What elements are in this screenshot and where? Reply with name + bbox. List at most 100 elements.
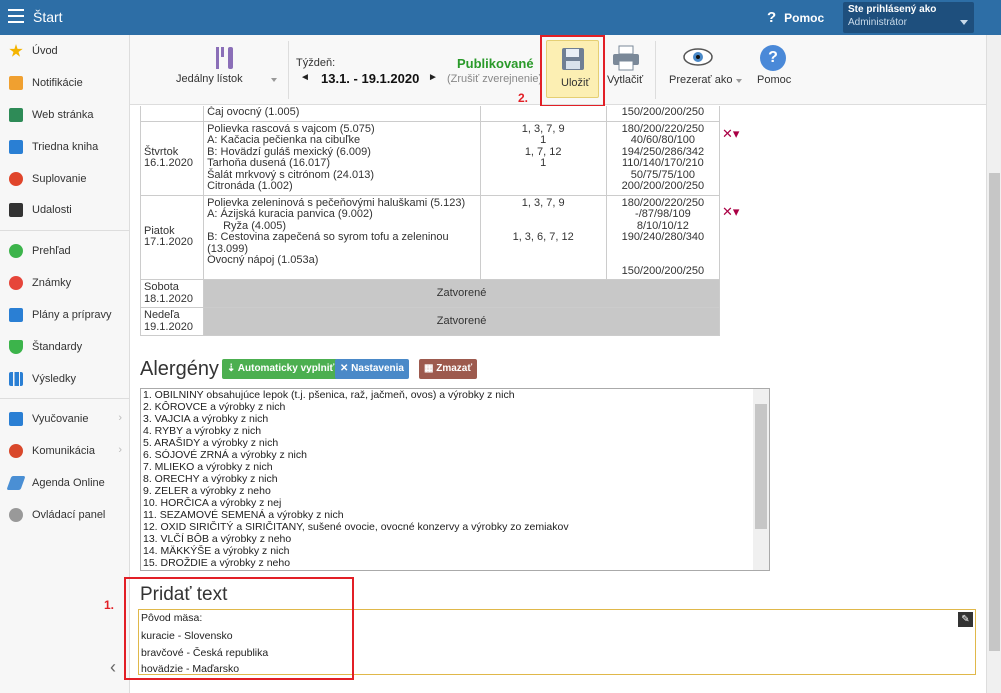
published-status: Publikované — [457, 56, 534, 71]
sidebar-divider — [0, 230, 130, 231]
view-as-button[interactable]: Prezerať ako — [668, 43, 743, 98]
shield-icon — [9, 340, 23, 354]
sidebar-item-standardy[interactable]: Štandardy — [0, 335, 130, 361]
help-label: Pomoc — [784, 11, 825, 25]
sidebar-item-label: Web stránka — [32, 109, 94, 121]
sidebar-item-notifikacie[interactable]: Notifikácie — [0, 71, 130, 97]
allergen-line: 6. SÓJOVÉ ZRNÁ a výrobky z nich — [143, 449, 307, 461]
bar-chart-icon — [9, 372, 23, 386]
day-cell: Piatok 17.1.2020 — [139, 194, 205, 280]
chevron-right-icon: › — [118, 444, 122, 456]
sidebar-item-vysledky[interactable]: Výsledky — [0, 367, 130, 393]
sidebar-item-label: Agenda Online — [32, 477, 105, 489]
week-range: 13.1. - 19.1.2020 — [321, 71, 420, 86]
annotation-number: 2. — [518, 91, 529, 105]
day-cell — [139, 106, 205, 122]
prev-week-button[interactable]: ◄ — [300, 72, 310, 83]
sidebar-item-web-stranka[interactable]: Web stránka — [0, 103, 130, 129]
meal-item: A: Ázijská kuracia panvica (9.002) — [207, 208, 373, 220]
portions-cell[interactable]: 180/200/220/250 40/60/80/100 194/250/286… — [605, 120, 721, 196]
app-title[interactable]: Štart — [33, 9, 63, 25]
sidebar-item-uvod[interactable]: Úvod — [0, 39, 130, 65]
portion-value: 190/240/280/340 — [621, 231, 705, 243]
help-button[interactable]: ? Pomoc — [754, 43, 794, 98]
day-cell: Štvrtok 16.1.2020 — [139, 120, 205, 196]
meal-item: Tarhoňa dusená (16.017) — [207, 157, 331, 169]
wrench-icon: ✕ — [340, 363, 352, 374]
meal-item: Citronáda (1.002) — [207, 180, 293, 192]
settings-button[interactable]: ✕ Nastavenia — [335, 359, 409, 379]
meals-cell[interactable]: Čaj ovocný (1.005) — [203, 106, 481, 122]
textarea-scrollbar[interactable] — [753, 389, 769, 570]
meals-cell[interactable]: Polievka rascová s vajcom (5.075) A: Kač… — [203, 120, 481, 196]
annotation-box-add-text — [124, 577, 354, 680]
briefcase-icon — [9, 308, 23, 322]
row-tools-icon[interactable]: ✕▾ — [722, 204, 739, 220]
allergens-cell[interactable]: 1, 3, 7, 9 1, 3, 6, 7, 12 — [479, 194, 607, 280]
sidebar-item-znamky[interactable]: Známky — [0, 271, 130, 297]
collapse-sidebar-icon[interactable]: ‹ — [110, 657, 116, 678]
next-week-button[interactable]: ► — [428, 72, 438, 83]
day-cell: Nedeľa 19.1.2020 — [139, 307, 205, 336]
table-row: Nedeľa 19.1.2020 Zatvorené — [139, 307, 720, 336]
view-as-label: Prezerať ako — [669, 74, 733, 86]
hamburger-menu-icon[interactable] — [8, 9, 24, 23]
row-tools-icon[interactable]: ✕▾ — [722, 126, 739, 142]
eye-icon — [683, 48, 713, 66]
autofill-button[interactable]: ⇣ Automaticky vyplniť — [222, 359, 340, 379]
user-dropdown[interactable]: Ste prihlásený ako Administrátor — [843, 2, 974, 33]
sidebar-item-udalosti[interactable]: Udalosti — [0, 198, 130, 224]
allergen-value: 1 — [540, 134, 547, 146]
allergens-cell[interactable]: 1, 3, 7, 9 1 1, 7, 12 1 — [479, 120, 607, 196]
cutlery-icon — [216, 47, 233, 69]
meals-cell[interactable]: Polievka zeleninová s pečeňovými haluška… — [203, 194, 481, 280]
edit-pencil-icon[interactable]: ✎ — [958, 612, 973, 627]
meal-item: Ovocný nápoj (1.053a) — [207, 254, 319, 266]
portions-cell[interactable]: 180/200/220/250 -/87/98/109 8/10/10/12 1… — [605, 194, 721, 280]
sidebar-item-vyucovanie[interactable]: Vyučovanie › — [0, 407, 130, 433]
allergen-line: 2. KÔROVCE a výrobky z nich — [143, 401, 286, 413]
chevron-down-icon — [271, 78, 277, 82]
sidebar-item-label: Notifikácie — [32, 77, 83, 89]
meal-item: B: Cestovina zapečená so syrom tofu a ze… — [207, 231, 449, 243]
allergen-line: 12. OXID SIRIČITÝ a SIRIČITANY, sušené o… — [143, 521, 569, 533]
allergen-line: 15. DROŽDIE a výrobky z neho — [143, 557, 291, 569]
book-icon — [9, 140, 23, 154]
allergen-line: 1. OBILNINY obsahujúce lepok (t.j. pšeni… — [143, 389, 515, 401]
sidebar-item-ovladaci-panel[interactable]: Ovládací panel — [0, 503, 130, 529]
sidebar-item-prehlad[interactable]: Prehľad — [0, 239, 130, 265]
closed-cell: Zatvorené — [203, 279, 720, 308]
chevron-right-icon: › — [118, 412, 122, 424]
sidebar-item-suplovanie[interactable]: Suplovanie — [0, 167, 130, 193]
person-icon — [9, 172, 23, 186]
menu-selector-button[interactable]: Jedálny lístok — [164, 45, 284, 95]
grade-icon — [9, 276, 23, 290]
annotation-box-save — [540, 35, 605, 107]
scrollbar-thumb[interactable] — [755, 404, 767, 529]
scrollbar-thumb[interactable] — [989, 173, 1000, 651]
sidebar-item-triedna-kniha[interactable]: Triedna kniha — [0, 135, 130, 161]
sidebar-item-plany[interactable]: Plány a prípravy — [0, 303, 130, 329]
allergen-line: 8. ORECHY a výrobky z nich — [143, 473, 278, 485]
sidebar-item-agenda-online[interactable]: Agenda Online — [0, 471, 130, 497]
help-link[interactable]: ? Pomoc — [767, 9, 824, 26]
sidebar-item-komunikacia[interactable]: Komunikácia › — [0, 439, 130, 465]
chat-icon — [9, 444, 23, 458]
delete-button[interactable]: ▦ Zmazať — [419, 359, 478, 379]
print-button[interactable]: Vytlačiť — [606, 43, 650, 98]
allergen-line: 13. VLČÍ BÔB a výrobky z neho — [143, 533, 292, 545]
star-icon — [9, 44, 23, 57]
allergens-textarea[interactable]: 1. OBILNINY obsahujúce lepok (t.j. pšeni… — [140, 388, 770, 571]
meal-item: Čaj ovocný (1.005) — [207, 106, 300, 118]
allergens-cell[interactable] — [479, 106, 607, 122]
menu-selector-label: Jedálny lístok — [176, 73, 243, 85]
layers-icon — [9, 412, 23, 426]
unpublish-link[interactable]: (Zrušiť zverejnenie) — [447, 73, 542, 85]
allergen-line: 10. HORČICA a výrobky z nej — [143, 497, 282, 509]
page-scrollbar[interactable] — [986, 35, 1001, 693]
portions-cell[interactable]: 150/200/200/250 — [605, 106, 721, 122]
help-circle-icon: ? — [760, 45, 786, 71]
menu-table: Čaj ovocný (1.005) 150/200/200/250 Štvrt… — [139, 106, 721, 336]
